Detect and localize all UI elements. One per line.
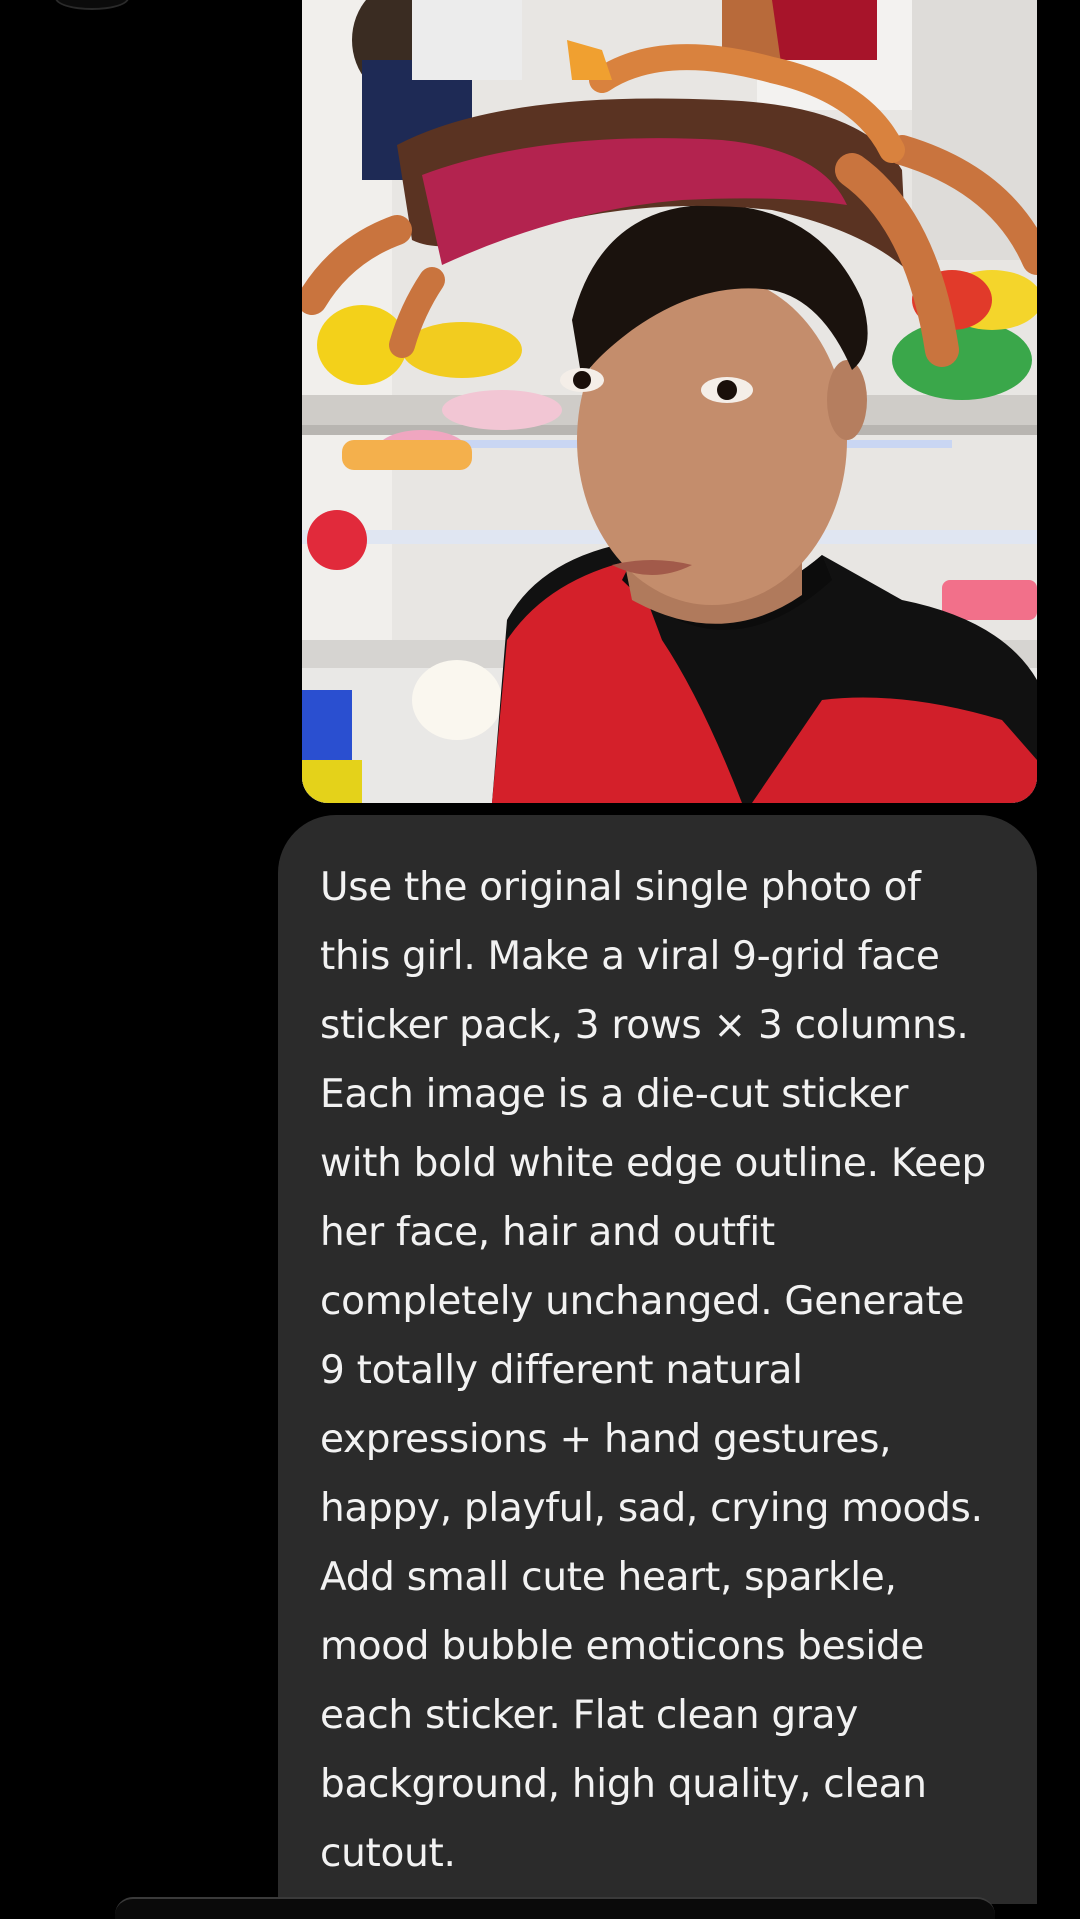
photo-illustration <box>302 0 1037 803</box>
message-text: Use the original single photo of this gi… <box>320 865 986 1876</box>
message-bubble[interactable]: Use the original single photo of this gi… <box>278 815 1037 1904</box>
avatar-edge <box>55 0 129 10</box>
attached-photo[interactable] <box>302 0 1037 803</box>
bottom-sheet-edge <box>115 1897 995 1919</box>
